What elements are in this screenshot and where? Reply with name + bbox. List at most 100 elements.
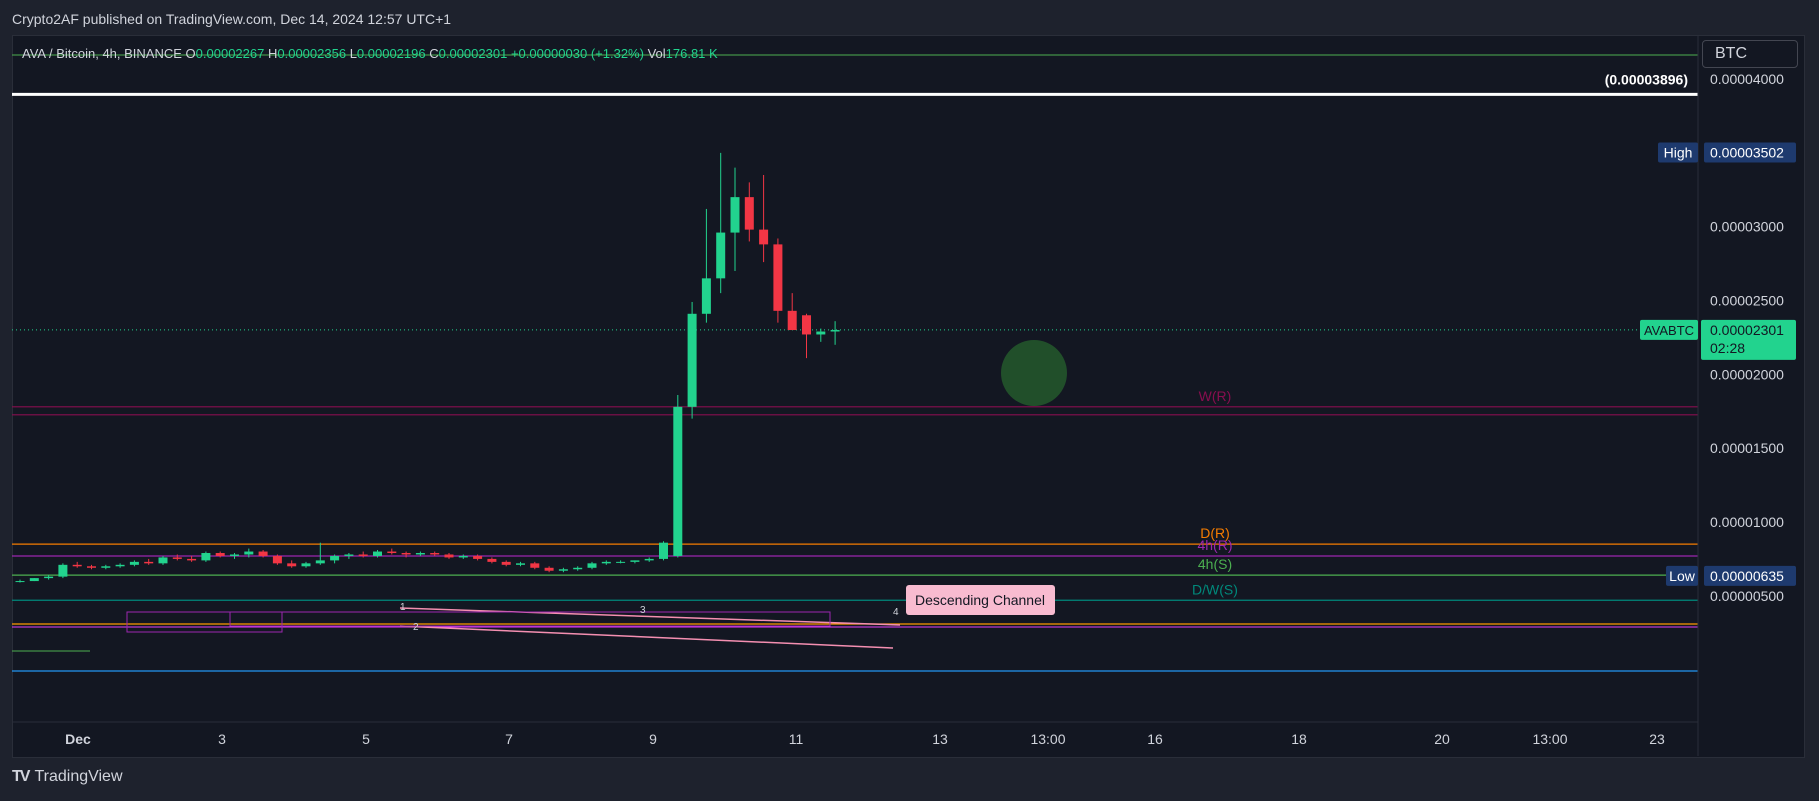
candle-body[interactable]	[444, 554, 454, 558]
brand-name: TradingView	[34, 768, 123, 785]
volume-value: 176.81 K	[665, 46, 718, 61]
candle-body[interactable]	[44, 576, 54, 579]
low-badge-tag-text: Low	[1669, 568, 1696, 584]
level-label: 4h(S)	[1198, 556, 1232, 572]
candle-body[interactable]	[258, 551, 268, 556]
candle-body[interactable]	[573, 567, 583, 570]
candle-body[interactable]	[487, 558, 497, 562]
price-tick-label: 0.00003000	[1710, 219, 1784, 235]
channel-point-label: 4	[893, 607, 899, 618]
candle-body[interactable]	[401, 553, 411, 555]
level-label: W(R)	[1199, 388, 1232, 404]
candle-body[interactable]	[287, 563, 297, 567]
candle-body[interactable]	[15, 581, 25, 583]
candle-body[interactable]	[587, 563, 597, 568]
candle-body[interactable]	[158, 557, 168, 564]
candle-body[interactable]	[344, 554, 354, 556]
candle-body[interactable]	[244, 551, 254, 555]
candle-body[interactable]	[129, 561, 139, 565]
candle-body[interactable]	[501, 561, 511, 565]
candle-body[interactable]	[201, 553, 211, 561]
candle-body[interactable]	[172, 557, 182, 559]
candle-body[interactable]	[330, 555, 340, 561]
channel-top-line[interactable]	[399, 607, 901, 626]
candle-body[interactable]	[72, 564, 82, 567]
candle-body[interactable]	[644, 558, 654, 561]
candle-body[interactable]	[358, 554, 368, 556]
open-value: 0.00002267	[195, 46, 265, 61]
candle-body[interactable]	[387, 551, 397, 554]
candle-body[interactable]	[744, 197, 754, 230]
price-tick-label: 0.00002000	[1710, 366, 1784, 382]
tradingview-brand[interactable]: TV TradingView	[12, 768, 123, 786]
candle-body[interactable]	[544, 567, 554, 571]
time-tick-label: 18	[1291, 731, 1307, 747]
candle-body[interactable]	[830, 330, 840, 332]
candle-body[interactable]	[616, 561, 626, 563]
candle-body[interactable]	[687, 313, 697, 407]
time-tick-label: 16	[1147, 731, 1163, 747]
candle-body[interactable]	[115, 564, 125, 567]
candle-body[interactable]	[230, 554, 239, 556]
symbol-title[interactable]: AVA / Bitcoin, 4h, BINANCE	[22, 46, 182, 61]
currency-selector[interactable]: BTC	[1702, 40, 1798, 68]
candle-body[interactable]	[373, 551, 382, 556]
candle-body[interactable]	[759, 229, 769, 245]
candle-countdown: 02:28	[1710, 340, 1745, 356]
candle-body[interactable]	[458, 555, 468, 558]
top-level-bg	[0, 0, 1, 1]
candle-body[interactable]	[659, 542, 668, 559]
time-tick-label: 23	[1649, 731, 1665, 747]
candle-body[interactable]	[87, 566, 96, 568]
range-box	[126, 611, 283, 633]
channel-bottom-line[interactable]	[399, 625, 894, 649]
candle-body[interactable]	[315, 560, 325, 564]
candle-body[interactable]	[558, 569, 568, 571]
candle-body[interactable]	[787, 310, 797, 331]
candle-body[interactable]	[215, 553, 225, 556]
low-badge[interactable]: Low 0.00000635	[1666, 565, 1796, 586]
time-tick-label: Dec	[65, 731, 91, 747]
price-tick-label: 0.00004000	[1710, 71, 1784, 87]
candle-body[interactable]	[415, 553, 425, 555]
candle-body[interactable]	[673, 406, 683, 556]
price-tick-label: 0.00001500	[1710, 440, 1784, 456]
candle-body[interactable]	[530, 563, 540, 568]
candle-body[interactable]	[716, 232, 726, 279]
candle-body[interactable]	[802, 315, 811, 335]
time-tick-label: 9	[649, 731, 657, 747]
candle-body[interactable]	[701, 278, 711, 314]
candle-body[interactable]	[730, 197, 740, 233]
time-tick-label: 11	[789, 731, 804, 747]
price-tick-label: 0.00001000	[1710, 514, 1784, 530]
candle-body[interactable]	[101, 566, 111, 568]
price-tick-label: 0.00000500	[1710, 588, 1784, 604]
high-badge-value: 0.00003502	[1710, 145, 1784, 161]
candle-body[interactable]	[630, 560, 640, 562]
candle-body[interactable]	[773, 244, 783, 311]
candle-body[interactable]	[29, 578, 39, 582]
low-badge-value: 0.00000635	[1710, 568, 1784, 584]
candle-body[interactable]	[58, 564, 68, 577]
candle-body[interactable]	[272, 555, 282, 564]
volume-label: Vol	[647, 46, 666, 61]
candle-body[interactable]	[430, 553, 440, 555]
level-label: D/W(S)	[1192, 581, 1238, 597]
candle-body[interactable]	[473, 555, 483, 559]
channel-point-label: 3	[640, 605, 646, 616]
change-value: +0.00000030 (+1.32%)	[510, 46, 644, 61]
time-axis: Dec 3 5 7 9 11 13 13:00 16 18 20 13:00 23	[12, 721, 1698, 747]
candle-body[interactable]	[601, 561, 611, 564]
tradingview-logo-icon: TV	[12, 768, 31, 785]
high-badge[interactable]: High 0.00003502	[1658, 142, 1796, 163]
price-chart[interactable]: (0.00003896)W(R)D(R)4h(R)4h(S)D/W(S) 123…	[0, 0, 1819, 801]
time-tick-label: 13:00	[1030, 731, 1065, 747]
candle-body[interactable]	[516, 563, 525, 565]
candle-body[interactable]	[187, 558, 197, 561]
candle-body[interactable]	[301, 563, 311, 567]
current-price-badge[interactable]: AVABTC 0.00002301 02:28	[1640, 319, 1796, 360]
candle-body[interactable]	[816, 331, 826, 335]
time-tick-label: 5	[362, 731, 370, 747]
time-tick-label: 13:00	[1532, 731, 1567, 747]
candle-body[interactable]	[144, 561, 154, 564]
